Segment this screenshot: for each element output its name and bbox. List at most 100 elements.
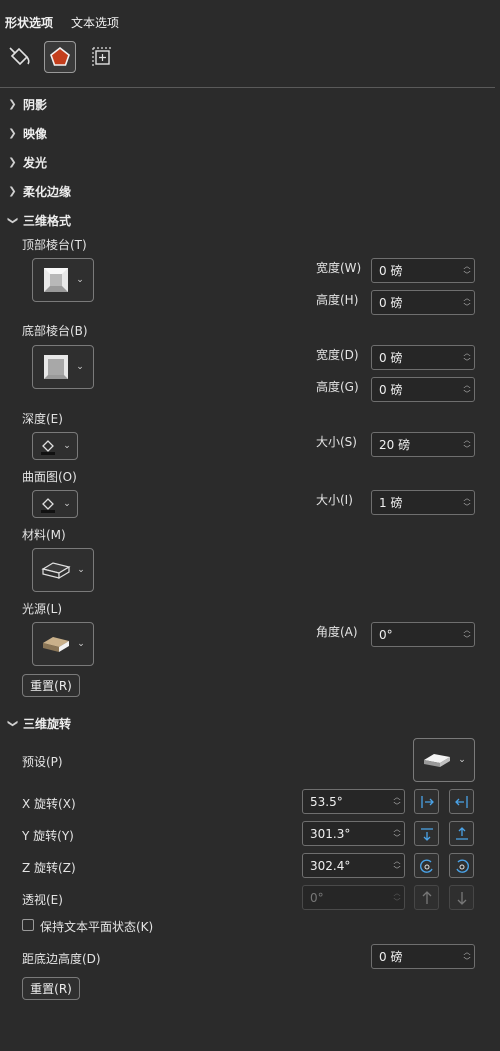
size-properties-button[interactable] <box>86 41 118 73</box>
tab-shape-options[interactable]: 形状选项 <box>5 14 53 31</box>
top-width-label: 宽度(W) <box>316 261 362 275</box>
section-reflection-label: 映像 <box>23 127 48 141</box>
perspective-decrease-button[interactable] <box>449 885 474 910</box>
top-height-input[interactable]: 0 磅 ︿ ﹀ <box>371 290 475 315</box>
rotate-left-icon <box>420 795 434 808</box>
rotation-preset-icon <box>424 754 451 767</box>
depth-size-label: 大小(S) <box>316 435 357 449</box>
spin-arrows-icon[interactable]: ︿ ﹀ <box>390 825 404 843</box>
bevel-icon <box>44 268 69 292</box>
perspective-input[interactable]: 0° ︿ ﹀ <box>302 885 405 910</box>
chevron-down-icon: ⌄ <box>63 441 71 451</box>
chevron-down-icon: ⌄ <box>458 755 466 765</box>
size-properties-icon <box>92 47 111 66</box>
rotate-counterclockwise-icon <box>419 859 433 873</box>
rotate-up-icon <box>455 826 468 840</box>
chevron-down-icon: ⌄ <box>77 639 85 649</box>
section-3d-rotation[interactable]: ❯ 三维旋转 <box>7 715 72 732</box>
top-bevel-gallery[interactable]: ⌄ <box>32 258 94 302</box>
tab-text-options[interactable]: 文本选项 <box>71 14 119 31</box>
chevron-right-icon: ❯ <box>8 186 17 197</box>
spin-arrows-icon[interactable]: ︿ ﹀ <box>460 349 474 367</box>
chevron-down-icon: ⌄ <box>77 565 85 575</box>
rotate-clockwise-icon <box>455 859 469 873</box>
arrow-down-icon <box>457 891 466 905</box>
section-soft-edges[interactable]: ❯ 柔化边缘 <box>8 183 71 200</box>
depth-size-input[interactable]: 20 磅 ︿ ﹀ <box>371 432 475 457</box>
rotate-counterclockwise-button[interactable] <box>414 853 439 878</box>
reset-3d-format-button[interactable]: 重置(R) <box>22 674 80 697</box>
effects-button[interactable] <box>44 41 76 73</box>
presets-label: 预设(P) <box>22 755 63 769</box>
x-rotation-input[interactable]: 53.5° ︿ ﹀ <box>302 789 405 814</box>
spin-arrows-icon[interactable]: ︿ ﹀ <box>390 793 404 811</box>
keep-text-flat-checkbox[interactable] <box>22 919 34 931</box>
tab-separator <box>0 87 495 88</box>
spin-arrows-icon[interactable]: ︿ ﹀ <box>460 626 474 644</box>
rotate-up-button[interactable] <box>449 821 474 846</box>
lighting-label: 光源(L) <box>22 602 63 616</box>
top-height-label: 高度(H) <box>316 293 359 307</box>
lighting-icon <box>43 637 70 652</box>
distance-from-ground-input[interactable]: 0 磅 ︿ ﹀ <box>371 944 475 969</box>
chevron-down-icon: ⌄ <box>76 275 84 285</box>
spin-arrows-icon[interactable]: ︿ ﹀ <box>460 294 474 312</box>
y-rotation-input[interactable]: 301.3° ︿ ﹀ <box>302 821 405 846</box>
x-rotation-label: X 旋转(X) <box>22 797 76 811</box>
chevron-down-icon: ❯ <box>7 216 18 225</box>
perspective-increase-button[interactable] <box>414 885 439 910</box>
rotate-clockwise-button[interactable] <box>449 853 474 878</box>
material-gallery[interactable]: ⌄ <box>32 548 94 592</box>
rotate-right-icon <box>454 795 468 808</box>
spin-arrows-icon[interactable]: ︿ ﹀ <box>390 857 404 875</box>
distance-from-ground-label: 距底边高度(D) <box>22 952 101 966</box>
spin-arrows-icon[interactable]: ︿ ﹀ <box>460 262 474 280</box>
spin-arrows-icon[interactable]: ︿ ﹀ <box>460 948 474 966</box>
arrow-up-icon <box>422 890 431 904</box>
bottom-width-label: 宽度(D) <box>316 348 359 362</box>
rotate-down-icon <box>420 827 433 841</box>
keep-text-flat-label[interactable]: 保持文本平面状态(K) <box>40 918 153 935</box>
rotate-right-button[interactable] <box>449 789 474 814</box>
depth-color-button[interactable]: ⌄ <box>32 432 78 460</box>
spin-arrows-icon[interactable]: ︿ ﹀ <box>460 494 474 512</box>
spin-arrows-icon[interactable]: ︿ ﹀ <box>460 436 474 454</box>
lighting-gallery[interactable]: ⌄ <box>32 622 94 666</box>
perspective-label: 透视(E) <box>22 893 63 907</box>
section-3d-format-label: 三维格式 <box>23 214 72 228</box>
section-glow[interactable]: ❯ 发光 <box>8 154 47 171</box>
spin-arrows-icon[interactable]: ︿ ﹀ <box>460 381 474 399</box>
contour-color-button[interactable]: ⌄ <box>32 490 78 518</box>
rotate-left-button[interactable] <box>414 789 439 814</box>
y-rotation-label: Y 旋转(Y) <box>22 829 74 843</box>
material-icon <box>41 562 71 580</box>
fill-line-icon <box>9 47 30 66</box>
spin-arrows-icon[interactable]: ︿ ﹀ <box>390 889 404 907</box>
bottom-height-label: 高度(G) <box>316 380 359 394</box>
depth-label: 深度(E) <box>22 412 63 426</box>
z-rotation-label: Z 旋转(Z) <box>22 861 76 875</box>
section-3d-rotation-label: 三维旋转 <box>23 717 72 731</box>
bottom-bevel-gallery[interactable]: ⌄ <box>32 345 94 389</box>
contour-size-label: 大小(I) <box>316 493 353 507</box>
rotation-presets-gallery[interactable]: ⌄ <box>413 738 475 782</box>
bottom-height-input[interactable]: 0 磅 ︿ ﹀ <box>371 377 475 402</box>
rotate-down-button[interactable] <box>414 821 439 846</box>
bottom-width-input[interactable]: 0 磅 ︿ ﹀ <box>371 345 475 370</box>
top-width-input[interactable]: 0 磅 ︿ ﹀ <box>371 258 475 283</box>
reset-3d-rotation-button[interactable]: 重置(R) <box>22 977 80 1000</box>
paint-bucket-icon <box>41 498 56 513</box>
section-shadow[interactable]: ❯ 阴影 <box>8 96 47 113</box>
angle-input[interactable]: 0° ︿ ﹀ <box>371 622 475 647</box>
section-reflection[interactable]: ❯ 映像 <box>8 125 47 142</box>
contour-size-input[interactable]: 1 磅 ︿ ﹀ <box>371 490 475 515</box>
section-glow-label: 发光 <box>23 156 48 170</box>
section-shadow-label: 阴影 <box>23 98 48 112</box>
z-rotation-input[interactable]: 302.4° ︿ ﹀ <box>302 853 405 878</box>
section-3d-format[interactable]: ❯ 三维格式 <box>7 212 72 229</box>
chevron-right-icon: ❯ <box>8 157 17 168</box>
chevron-down-icon: ⌄ <box>63 499 71 509</box>
chevron-right-icon: ❯ <box>8 99 17 110</box>
top-bevel-label: 顶部棱台(T) <box>22 238 87 252</box>
fill-line-button[interactable] <box>3 41 35 73</box>
